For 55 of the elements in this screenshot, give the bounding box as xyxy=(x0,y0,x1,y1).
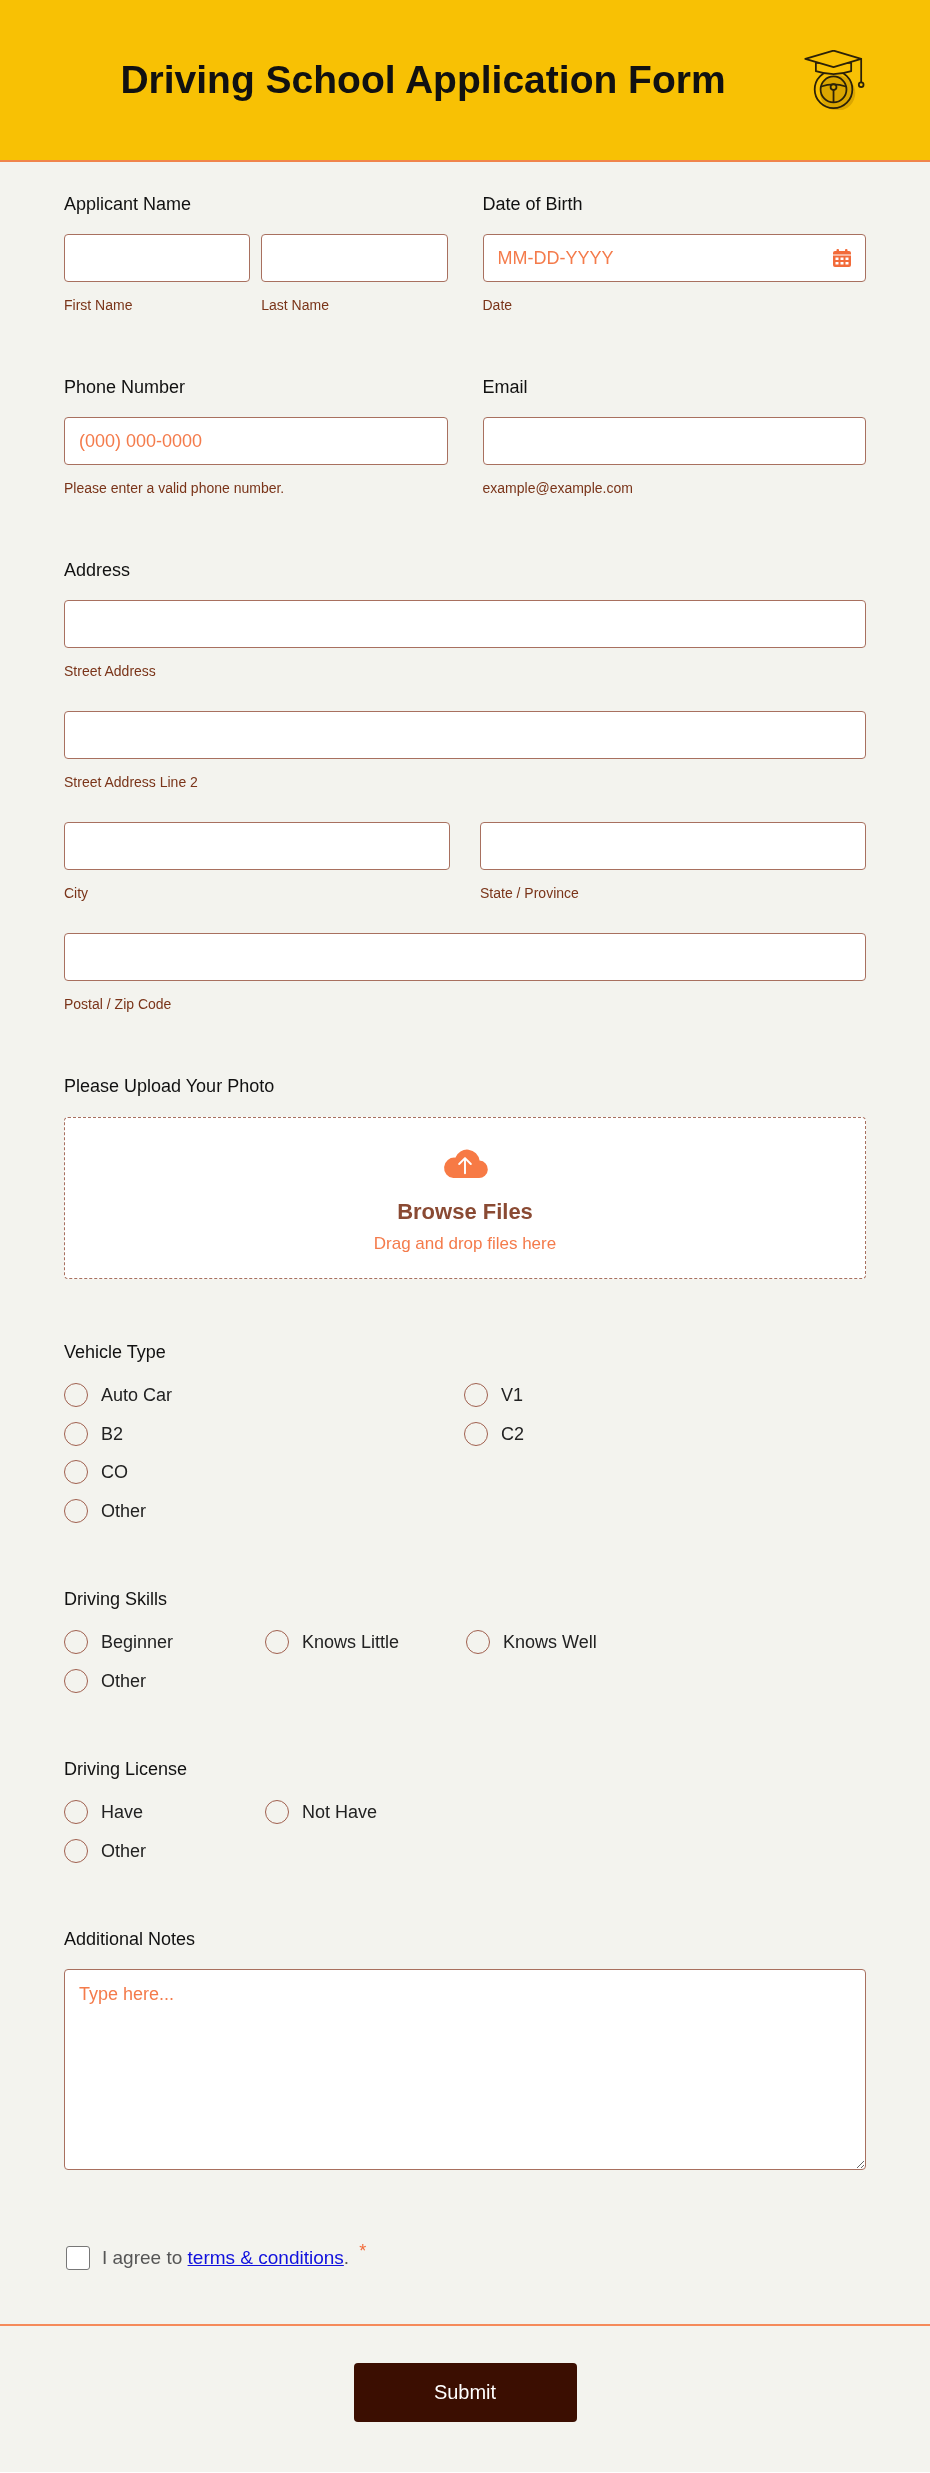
input-field[interactable] xyxy=(261,234,448,282)
field-label: Address xyxy=(64,559,131,581)
option-label: Auto Car xyxy=(101,1384,173,1407)
field-label: Driving License xyxy=(64,1758,188,1780)
input-field[interactable] xyxy=(64,933,866,981)
option-label: V1 xyxy=(501,1384,524,1407)
field-label: Phone Number xyxy=(64,376,186,398)
input-field[interactable] xyxy=(480,822,866,870)
submit-button[interactable]: Submit xyxy=(353,2363,577,2422)
option-label: Beginner xyxy=(101,1631,174,1654)
field-label: Additional Notes xyxy=(64,1928,196,1950)
graduation-cap-wheel-icon xyxy=(804,50,866,110)
field-sublabel: Postal / Zip Code xyxy=(64,996,172,1013)
option-label: Have xyxy=(101,1801,144,1824)
date-field[interactable]: MM-DD-YYYY xyxy=(482,234,866,282)
field-sublabel: State / Province xyxy=(480,885,579,902)
field-label: Driving Skills xyxy=(64,1588,168,1610)
field-label: Vehicle Type xyxy=(64,1341,166,1363)
field-sublabel: Street Address xyxy=(64,663,156,680)
field-sublabel: First Name xyxy=(64,297,133,314)
calendar-icon[interactable] xyxy=(832,248,852,268)
field-label: Date of Birth xyxy=(482,193,583,215)
field-sublabel: example@example.com xyxy=(482,480,633,497)
required-mark: * xyxy=(359,2242,367,2260)
option-label: B2 xyxy=(101,1422,124,1445)
agree-text: I agree to terms & conditions. xyxy=(102,2246,350,2270)
input-field[interactable] xyxy=(64,234,251,282)
option-label: CO xyxy=(101,1461,128,1484)
field-label: Please Upload Your Photo xyxy=(64,1075,275,1097)
upload-area[interactable]: Browse Files Drag and drop files here xyxy=(64,1117,866,1279)
option-label: Other xyxy=(101,1499,147,1522)
browse-files-button[interactable]: Browse Files xyxy=(397,1199,533,1225)
form-title: Driving School Application Form xyxy=(120,58,726,102)
input-field[interactable] xyxy=(64,711,866,759)
upload-hint: Drag and drop files here xyxy=(373,1234,557,1254)
option-label: C2 xyxy=(501,1422,524,1445)
field-sublabel: City xyxy=(64,885,89,902)
terms-link[interactable]: terms & conditions xyxy=(187,2247,344,2268)
option-label: Knows Little xyxy=(302,1631,400,1654)
field-sublabel: Date xyxy=(482,297,513,314)
field-label: Applicant Name xyxy=(64,193,192,215)
field-label: Email xyxy=(482,376,528,398)
input-field[interactable] xyxy=(482,417,866,465)
field-sublabel: Street Address Line 2 xyxy=(64,774,198,791)
input-field[interactable]: (000) 000-0000 xyxy=(64,417,448,465)
option-label: Knows Well xyxy=(503,1631,597,1654)
input-field[interactable] xyxy=(64,600,866,648)
field-sublabel: Please enter a valid phone number. xyxy=(64,480,285,497)
option-label: Not Have xyxy=(302,1801,378,1824)
option-label: Other xyxy=(101,1839,147,1862)
notes-field[interactable]: Type here... xyxy=(64,1969,866,2170)
field-sublabel: Last Name xyxy=(261,297,329,314)
input-field[interactable] xyxy=(64,822,450,870)
option-label: Other xyxy=(101,1669,147,1692)
agree-checkbox[interactable] xyxy=(66,2246,90,2270)
